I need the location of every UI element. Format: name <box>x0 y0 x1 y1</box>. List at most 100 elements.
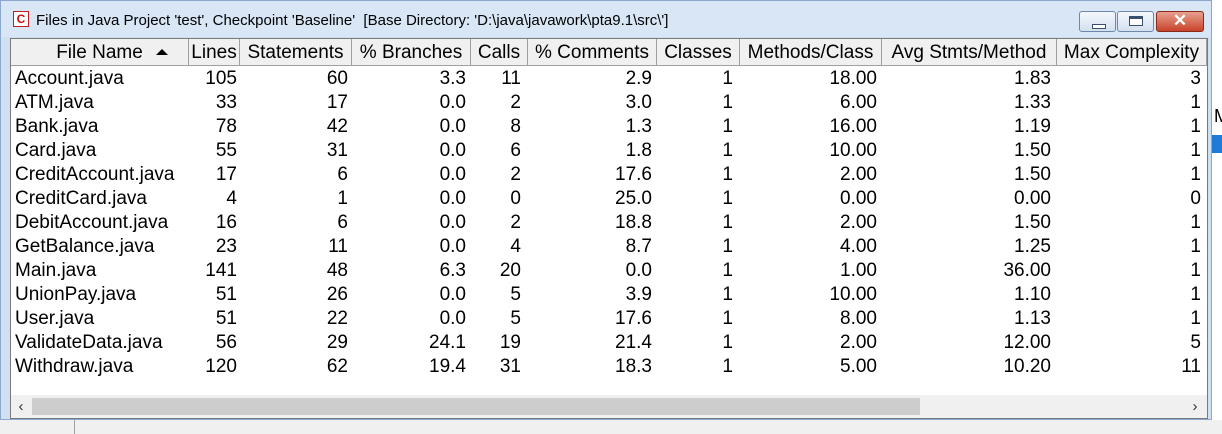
scroll-thumb[interactable] <box>32 398 920 415</box>
cell-methods-per-class: 1.00 <box>840 260 877 281</box>
table-row[interactable]: CreditAccount.java 17 6 0.0 2 17.6 1 2.00 1.50 1 <box>11 163 1207 187</box>
table-row[interactable]: DebitAccount.java 16 6 0.0 2 18.8 1 2.00 1.50 1 <box>11 211 1207 235</box>
app-icon[interactable]: C <box>13 11 29 27</box>
cell-comments: 1.8 <box>625 140 652 161</box>
cell-max-complexity: 1 <box>1190 92 1201 113</box>
header-col-classes[interactable]: Classes <box>657 39 740 66</box>
cell-classes: 1 <box>722 164 733 185</box>
cell-calls: 2 <box>510 212 521 233</box>
scroll-right-icon[interactable]: › <box>1185 395 1205 418</box>
cell-classes: 1 <box>722 188 733 209</box>
cell-branches: 0.0 <box>439 212 466 233</box>
close-button[interactable]: ✕ <box>1156 11 1204 32</box>
cell-branches: 0.0 <box>439 188 466 209</box>
cell-max-complexity: 1 <box>1190 236 1201 257</box>
header-col-methods-per-class[interactable]: Methods/Class <box>740 39 882 66</box>
table-row[interactable]: Account.java 105 60 3.3 11 2.9 1 18.00 1.83 3 <box>11 67 1207 91</box>
table-row[interactable]: Withdraw.java 120 62 19.4 31 18.3 1 5.00 10.20 11 <box>11 355 1207 379</box>
file-list-view[interactable]: File Name Lines Statements% Branches Calls%… <box>10 38 1208 419</box>
cell-statements: 1 <box>337 188 348 209</box>
cell-methods-per-class: 6.00 <box>840 92 877 113</box>
cell-max-complexity: 3 <box>1190 68 1201 89</box>
background-text-fragment: M <box>1214 106 1222 126</box>
cell-statements: 29 <box>326 332 348 353</box>
header-col-avg-stmts-per-method[interactable]: Avg Stmts/Method <box>882 39 1057 66</box>
cell-lines: 55 <box>215 140 237 161</box>
cell-file-name: CreditCard.java <box>15 188 147 209</box>
close-icon: ✕ <box>1172 11 1188 30</box>
scroll-left-icon[interactable]: ‹ <box>11 395 31 418</box>
horizontal-scrollbar[interactable]: ‹ › <box>11 395 1207 418</box>
minimize-button[interactable] <box>1079 11 1116 32</box>
cell-classes: 1 <box>722 116 733 137</box>
header-col-comments[interactable]: % Comments <box>528 39 657 66</box>
cell-avg-stmts-per-method: 1.13 <box>1014 308 1051 329</box>
cell-classes: 1 <box>722 212 733 233</box>
cell-file-name: User.java <box>15 308 95 329</box>
cell-max-complexity: 1 <box>1190 308 1201 329</box>
table-row[interactable]: GetBalance.java 23 11 0.0 4 8.7 1 4.00 1.25 1 <box>11 235 1207 259</box>
table-row[interactable]: Card.java 55 31 0.0 6 1.8 1 10.00 1.50 1 <box>11 139 1207 163</box>
cell-statements: 22 <box>326 308 348 329</box>
table-row[interactable]: ATM.java 33 17 0.0 2 3.0 1 6.00 1.33 1 <box>11 91 1207 115</box>
cell-lines: 51 <box>215 308 237 329</box>
cell-avg-stmts-per-method: 1.83 <box>1014 68 1051 89</box>
sort-ascending-icon <box>156 49 168 55</box>
table-row[interactable]: CreditCard.java 4 1 0.0 0 25.0 1 0.00 0.00 0 <box>11 187 1207 211</box>
cell-branches: 0.0 <box>439 164 466 185</box>
header-col-calls[interactable]: Calls <box>471 39 528 66</box>
cell-max-complexity: 0 <box>1190 188 1201 209</box>
cell-statements: 6 <box>337 212 348 233</box>
cell-calls: 6 <box>510 140 521 161</box>
cell-lines: 17 <box>215 164 237 185</box>
cell-file-name: CreditAccount.java <box>15 164 175 185</box>
cell-lines: 56 <box>215 332 237 353</box>
cell-calls: 5 <box>510 308 521 329</box>
cell-avg-stmts-per-method: 1.19 <box>1014 116 1051 137</box>
table-row[interactable]: Bank.java 78 42 0.0 8 1.3 1 16.00 1.19 1 <box>11 115 1207 139</box>
cell-branches: 0.0 <box>439 116 466 137</box>
background-window-edge: M <box>1212 0 1222 434</box>
cell-max-complexity: 1 <box>1190 116 1201 137</box>
table-row[interactable]: User.java 51 22 0.0 5 17.6 1 8.00 1.13 1 <box>11 307 1207 331</box>
cell-statements: 31 <box>326 140 348 161</box>
cell-comments: 2.9 <box>625 68 652 89</box>
title-bar[interactable]: C Files in Java Project 'test', Checkpoi… <box>1 1 1211 37</box>
cell-comments: 3.9 <box>625 284 652 305</box>
cell-file-name: DebitAccount.java <box>15 212 169 233</box>
header-col-max-complexity[interactable]: Max Complexity <box>1057 39 1207 66</box>
cell-lines: 4 <box>226 188 237 209</box>
cell-statements: 26 <box>326 284 348 305</box>
cell-max-complexity: 1 <box>1190 284 1201 305</box>
header-col-branches[interactable]: % Branches <box>352 39 471 66</box>
cell-max-complexity: 1 <box>1190 260 1201 281</box>
header-col-lines[interactable]: Lines <box>189 39 240 66</box>
cell-branches: 0.0 <box>439 284 466 305</box>
cell-avg-stmts-per-method: 1.10 <box>1014 284 1051 305</box>
table-row[interactable]: UnionPay.java 51 26 0.0 5 3.9 1 10.00 1.10 1 <box>11 283 1207 307</box>
cell-file-name: Withdraw.java <box>15 356 134 377</box>
table-header: File Name Lines Statements% Branches Calls%… <box>11 39 1207 66</box>
cell-avg-stmts-per-method: 10.20 <box>1003 356 1051 377</box>
cell-file-name: ValidateData.java <box>15 332 163 353</box>
cell-methods-per-class: 8.00 <box>840 308 877 329</box>
cell-max-complexity: 11 <box>1181 356 1201 377</box>
cell-methods-per-class: 2.00 <box>840 164 877 185</box>
header-col-file-name[interactable]: File Name <box>11 39 189 66</box>
cell-avg-stmts-per-method: 1.50 <box>1014 212 1051 233</box>
table-row[interactable]: ValidateData.java 56 29 24.1 19 21.4 1 2.00 12.0… <box>11 331 1207 355</box>
cell-branches: 0.0 <box>439 308 466 329</box>
cell-calls: 4 <box>510 236 521 257</box>
cell-comments: 18.3 <box>615 356 652 377</box>
cell-calls: 20 <box>499 260 521 281</box>
maximize-button[interactable] <box>1117 11 1154 32</box>
table-row[interactable]: Main.java 141 48 6.3 20 0.0 1 1.00 36.00 1 <box>11 259 1207 283</box>
cell-avg-stmts-per-method: 1.50 <box>1014 164 1051 185</box>
cell-branches: 3.3 <box>439 68 466 89</box>
cell-methods-per-class: 2.00 <box>840 212 877 233</box>
header-col-statements[interactable]: Statements <box>240 39 352 66</box>
cell-branches: 0.0 <box>439 92 466 113</box>
cell-file-name: Main.java <box>15 260 97 281</box>
cell-comments: 17.6 <box>615 308 652 329</box>
cell-max-complexity: 1 <box>1190 140 1201 161</box>
